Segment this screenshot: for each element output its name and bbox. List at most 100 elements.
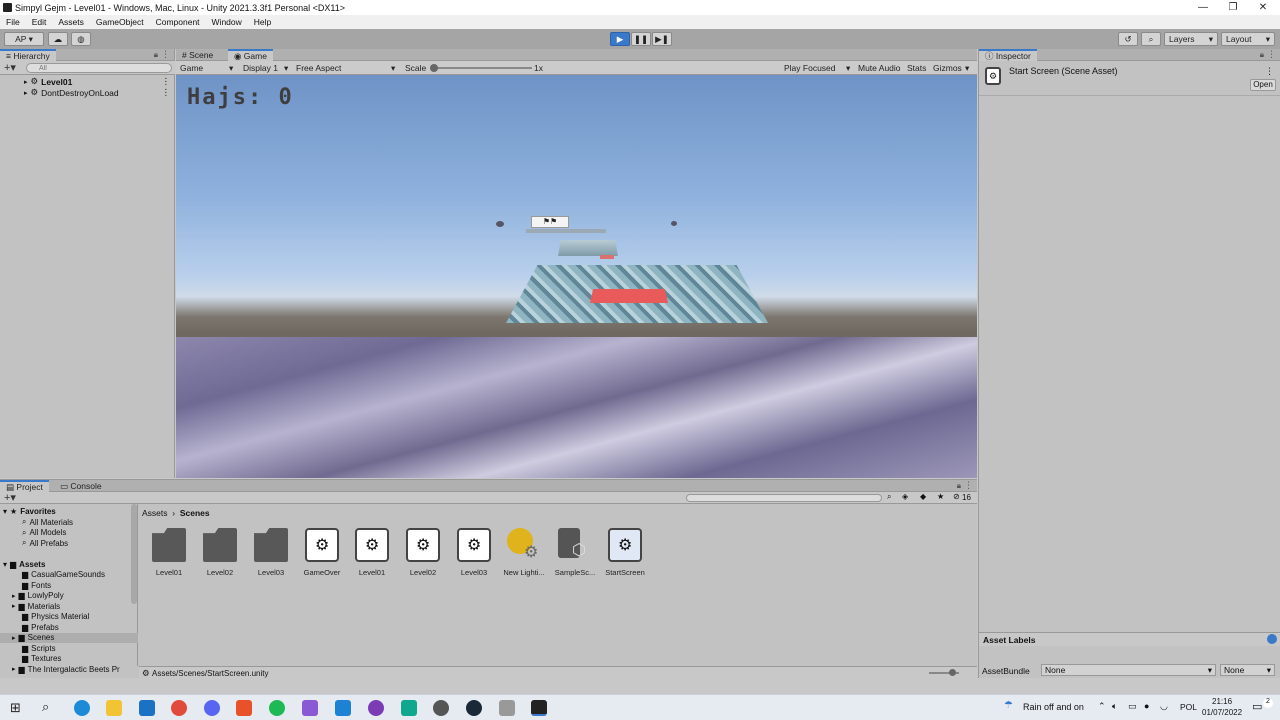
expand-arrow-icon[interactable]: ▾: [3, 507, 7, 516]
asset-scene-level01[interactable]: ⚙ Level01: [347, 528, 397, 584]
tree-item-physics-material[interactable]: ▆ Physics Material: [0, 612, 138, 623]
add-icon[interactable]: +▾: [4, 61, 16, 74]
asset-sample-scene[interactable]: ⬡ SampleSc...: [550, 528, 600, 584]
close-button[interactable]: ✕: [1248, 0, 1278, 15]
lock-icon[interactable]: 🔒︎: [154, 50, 158, 60]
breadcrumb-assets[interactable]: Assets: [142, 508, 168, 518]
tree-item-scenes[interactable]: ▸ ▆ Scenes: [0, 632, 138, 643]
office-icon[interactable]: [236, 700, 252, 716]
menu-window[interactable]: Window: [212, 17, 242, 27]
expand-arrow-icon[interactable]: ▸: [12, 592, 16, 600]
asset-folder-level01[interactable]: Level01: [144, 528, 194, 584]
filter-icon[interactable]: ◈: [902, 492, 908, 501]
add-icon[interactable]: +▾: [4, 491, 16, 504]
tab-hierarchy[interactable]: ≡ Hierarchy: [0, 49, 56, 61]
lock-icon[interactable]: 🔒︎: [1260, 50, 1264, 60]
stats-toggle[interactable]: Stats: [907, 63, 926, 73]
expand-arrow-icon[interactable]: ▸: [12, 634, 16, 642]
expand-arrow-icon[interactable]: ▸: [12, 665, 16, 673]
mute-audio-toggle[interactable]: Mute Audio: [858, 63, 901, 73]
label-filter-icon[interactable]: ◆: [920, 492, 926, 501]
language-indicator[interactable]: POL: [1180, 702, 1197, 712]
unity-editor-icon[interactable]: [531, 700, 547, 716]
favorites-header[interactable]: ▾ ★ Favorites: [0, 506, 138, 517]
tab-scene[interactable]: # Scene: [176, 49, 219, 61]
aspect-dropdown[interactable]: Free Aspect: [296, 63, 341, 73]
steam-icon[interactable]: [466, 700, 482, 716]
search-icon[interactable]: ⌕: [1141, 32, 1161, 46]
icon-size-slider-handle[interactable]: [949, 669, 956, 676]
cloud-icon[interactable]: ☁: [48, 32, 68, 46]
more-menu-icon[interactable]: ⋮: [1267, 49, 1276, 60]
tree-item-fonts[interactable]: ▆ Fonts: [0, 580, 138, 591]
tree-item-textures[interactable]: ▆ Textures: [0, 654, 138, 665]
microphone-icon[interactable]: ●: [1144, 701, 1149, 711]
windows-start-icon[interactable]: ⊞: [10, 700, 21, 716]
obs-icon[interactable]: [368, 700, 384, 716]
asset-scene-gameover[interactable]: ⚙ GameOver: [297, 528, 347, 584]
play-button[interactable]: ▶: [610, 32, 630, 46]
tree-scrollbar[interactable]: [131, 504, 137, 604]
visual-studio-icon[interactable]: [302, 700, 318, 716]
favorite-icon[interactable]: ★: [937, 492, 944, 501]
tree-item-scripts[interactable]: ▆ Scripts: [0, 643, 138, 654]
app-icon[interactable]: [401, 700, 417, 716]
asset-scene-startscreen[interactable]: ⚙ StartScreen: [600, 528, 650, 584]
hidden-packages-icon[interactable]: ⊘: [953, 492, 960, 501]
menu-gameobject[interactable]: GameObject: [96, 17, 144, 27]
history-icon[interactable]: ↺: [1118, 32, 1138, 46]
clock-date[interactable]: 01/07/2022: [1202, 708, 1242, 717]
asset-scene-level02[interactable]: ⚙ Level02: [398, 528, 448, 584]
more-menu-icon[interactable]: ⋮: [1265, 66, 1274, 77]
tab-console[interactable]: ▭ Console: [54, 480, 108, 492]
more-menu-icon[interactable]: ⋮: [161, 49, 170, 60]
step-button[interactable]: ▶❚: [652, 32, 672, 46]
tree-item-all-prefabs[interactable]: ⌕ All Prefabs: [0, 538, 138, 549]
vscode-icon[interactable]: [335, 700, 351, 716]
assets-header[interactable]: ▾ ▆ Assets: [0, 559, 138, 570]
tree-item-materials[interactable]: ▸ ▆ Materials: [0, 601, 138, 612]
spotify-icon[interactable]: [269, 700, 285, 716]
more-menu-icon[interactable]: ⋮: [162, 87, 171, 98]
network-icon[interactable]: ◡: [1160, 701, 1168, 712]
tab-game[interactable]: ◉ Game: [228, 49, 273, 61]
icon-size-slider[interactable]: [929, 669, 959, 676]
chevron-up-icon[interactable]: ⌃: [1098, 701, 1106, 712]
expand-arrow-icon[interactable]: ▾: [3, 560, 7, 569]
hierarchy-item-dontdestroyonload[interactable]: ▸ ⚙ DontDestroyOnLoad ⋮: [0, 87, 175, 98]
notification-icon[interactable]: ▭: [1252, 700, 1262, 713]
more-menu-icon[interactable]: ⋮: [162, 76, 171, 87]
unity-hub-icon[interactable]: [499, 700, 515, 716]
file-explorer-icon[interactable]: [106, 700, 122, 716]
expand-arrow-icon[interactable]: ▸: [12, 602, 16, 610]
tree-item-intergalactic-beets[interactable]: ▸ ▆ The Intergalactic Beets Pr: [0, 664, 138, 675]
asset-scene-level03[interactable]: ⚙ Level03: [449, 528, 499, 584]
gizmos-toggle[interactable]: Gizmos: [933, 63, 962, 73]
hierarchy-item-level01[interactable]: ▸ ⚙ Level01 ⋮: [0, 76, 175, 87]
maximize-button[interactable]: ❐: [1218, 0, 1248, 15]
tree-item-lowlypoly[interactable]: ▸ ▆ LowlyPoly: [0, 591, 138, 602]
tree-item-casualgamesounds[interactable]: ▆ CasualGameSounds: [0, 570, 138, 581]
breadcrumb-scenes[interactable]: Scenes: [180, 508, 210, 518]
label-icon[interactable]: [1267, 634, 1277, 644]
scale-slider-handle[interactable]: [430, 64, 438, 72]
search-by-type-icon[interactable]: ⌕: [887, 492, 891, 502]
asset-folder-level03[interactable]: Level03: [246, 528, 296, 584]
lock-icon[interactable]: 🔒︎: [957, 481, 961, 491]
menu-file[interactable]: File: [6, 17, 20, 27]
display-dropdown[interactable]: Display 1: [243, 63, 278, 73]
collab-icon[interactable]: ◍: [71, 32, 91, 46]
chrome-icon[interactable]: [171, 700, 187, 716]
tree-item-all-materials[interactable]: ⌕ All Materials: [0, 517, 138, 528]
edge-icon[interactable]: [74, 700, 90, 716]
game-viewport[interactable]: Hajs: 0 ⚑⚑: [176, 75, 977, 478]
tree-item-prefabs[interactable]: ▆ Prefabs: [0, 622, 138, 633]
asset-folder-level02[interactable]: Level02: [195, 528, 245, 584]
game-mode-dropdown[interactable]: Game: [180, 63, 203, 73]
expand-arrow-icon[interactable]: ▸: [24, 89, 28, 97]
assetbundle-dropdown[interactable]: None ▾: [1041, 664, 1216, 676]
project-search-input[interactable]: [686, 494, 882, 502]
weather-text[interactable]: Rain off and on: [1023, 702, 1084, 712]
play-focused-dropdown[interactable]: Play Focused: [784, 63, 836, 73]
battery-icon[interactable]: ▭: [1128, 701, 1137, 712]
